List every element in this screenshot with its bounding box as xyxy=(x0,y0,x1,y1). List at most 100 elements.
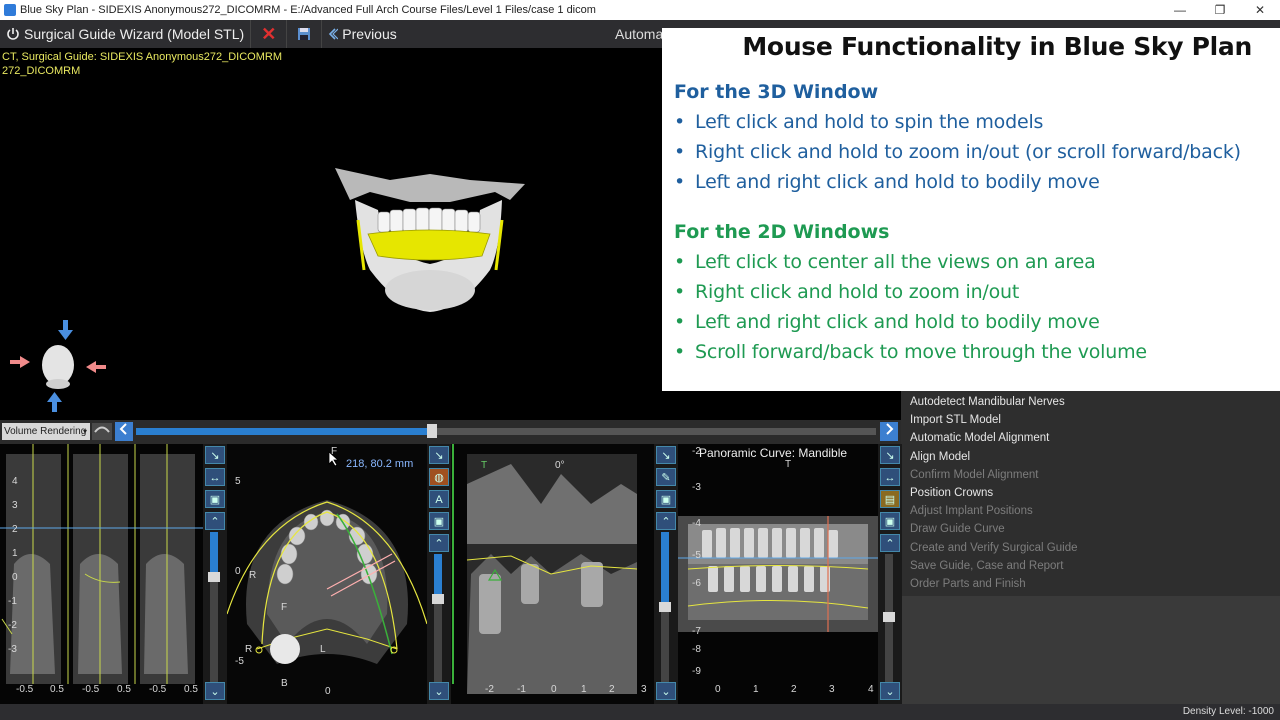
wizard-step-autodetect-nerves[interactable]: Autodetect Mandibular Nerves xyxy=(901,393,1280,411)
panoramic-view[interactable]: T -2 -3 -4 -5 -6 -7 -8 -9 0 1 2 3 4 xyxy=(678,444,878,704)
axial-label-l: L xyxy=(320,644,326,655)
cancel-wizard-button[interactable]: ✕ xyxy=(251,20,288,48)
render-mode-select[interactable]: Volume Rendering ▾ xyxy=(2,423,90,440)
chevron-down-icon[interactable]: ⌄ xyxy=(880,682,900,700)
overlay-title: Mouse Functionality in Blue Sky Plan xyxy=(742,32,1252,61)
render-mode-value: Volume Rendering xyxy=(4,426,87,437)
pano-y-tick: -9 xyxy=(692,666,701,677)
measure-tool-icon[interactable]: ↘ xyxy=(656,446,676,464)
cross-x-tick: -0.5 xyxy=(16,684,34,695)
arrow-up-icon xyxy=(47,392,62,412)
slice-slider-track[interactable] xyxy=(136,428,876,435)
previous-button[interactable]: Previous xyxy=(322,20,402,48)
pano-x-tick: 4 xyxy=(868,684,874,695)
chevron-up-icon[interactable]: ⌃ xyxy=(656,512,676,530)
distance-tool-icon[interactable]: ↔ xyxy=(880,468,900,486)
chevron-down-icon: ▾ xyxy=(82,427,87,436)
slider-prev-button[interactable] xyxy=(115,422,133,441)
section-2d-windows: For the 2D Windows Left click to center … xyxy=(674,221,1268,363)
panoramic-title: Panoramic Curve: Mandible xyxy=(699,446,848,460)
close-window-button[interactable]: ✕ xyxy=(1240,0,1280,20)
cross-section-view[interactable]: 4 3 2 1 0 -1 -2 -3 -0.5 0.5 -0.5 0.5 -0.… xyxy=(0,444,203,704)
axial-y-tick: 5 xyxy=(235,476,241,487)
pano-x-tick: 0 xyxy=(715,684,721,695)
chevron-down-icon[interactable]: ⌄ xyxy=(429,682,449,700)
wizard-step-align-model[interactable]: Align Model xyxy=(901,448,1280,466)
distance-tool-icon[interactable]: ↔ xyxy=(205,468,225,486)
slice-slider-thumb[interactable] xyxy=(427,424,437,438)
screenshot-icon[interactable]: ▣ xyxy=(656,490,676,508)
3d-model-view[interactable] xyxy=(330,160,530,315)
mid-x-tick: 3 xyxy=(641,684,647,695)
slice-slider-bar: Volume Rendering ▾ xyxy=(0,420,901,444)
axial-y-tick: 0 xyxy=(235,566,241,577)
axial-label-b: B xyxy=(281,678,288,689)
chevron-down-icon[interactable]: ⌄ xyxy=(205,682,225,700)
section-3d-item: Left click and hold to spin the models xyxy=(674,111,1268,133)
cross-detail-tools: ↘ ✎ ▣ ⌃ ⌄ xyxy=(654,444,678,704)
cross-x-tick: 0.5 xyxy=(50,684,64,695)
panoramic-teeth-icon[interactable]: ▤ xyxy=(880,490,900,508)
cross-section-detail-view[interactable]: T 0° -2 -1 0 1 2 3 xyxy=(451,444,654,704)
pano-x-tick: 1 xyxy=(753,684,759,695)
wizard-step-save-guide: Save Guide, Case and Report xyxy=(910,559,1064,572)
chevron-up-icon[interactable]: ⌃ xyxy=(880,534,900,552)
status-bar: Density Level: -1000 xyxy=(0,704,1280,720)
cross-label-angle: 0° xyxy=(555,460,565,471)
wizard-step-auto-alignment[interactable]: Automatic Model Alignment xyxy=(901,429,1280,447)
maximize-button[interactable]: ❐ xyxy=(1200,0,1240,20)
annotation-text-icon[interactable]: A xyxy=(429,490,449,508)
wizard-step-create-guide: Create and Verify Surgical Guide xyxy=(910,541,1078,554)
cross-section-scroll[interactable] xyxy=(208,532,220,682)
panoramic-scroll[interactable] xyxy=(883,554,895,682)
screenshot-icon[interactable]: ▣ xyxy=(429,512,449,530)
arrow-down-icon xyxy=(58,320,73,340)
minimize-button[interactable]: — xyxy=(1160,0,1200,20)
wizard-step-confirm-alignment: Confirm Model Alignment xyxy=(910,468,1039,481)
axial-label-zero: 0 xyxy=(325,686,331,697)
panoramic-tools: ↘ ↔ ▤ ▣ ⌃ ⌄ xyxy=(878,444,902,704)
cross-x-tick: -0.5 xyxy=(82,684,100,695)
chevron-up-icon[interactable]: ⌃ xyxy=(205,512,225,530)
screenshot-icon[interactable]: ▣ xyxy=(205,490,225,508)
pano-y-tick: -8 xyxy=(692,644,701,655)
axial-view[interactable]: 5 0 -5 F R F L R B 0 xyxy=(227,444,427,704)
wizard-step-draw-guide-curve: Draw Guide Curve xyxy=(910,523,1005,536)
measure-tool-icon[interactable]: ↘ xyxy=(205,446,225,464)
mid-x-tick: -1 xyxy=(517,684,526,695)
axial-label-f: F xyxy=(281,602,288,613)
chevron-right-icon xyxy=(886,423,894,435)
save-button[interactable] xyxy=(287,20,323,48)
cross-detail-scroll[interactable] xyxy=(659,532,671,682)
pano-label-t: T xyxy=(785,459,792,470)
chevron-down-icon[interactable]: ⌄ xyxy=(656,682,676,700)
cross-x-tick: 0.5 xyxy=(117,684,131,695)
pencil-icon[interactable]: ✎ xyxy=(656,468,676,486)
axial-label-r-bottom: R xyxy=(245,644,253,655)
density-level: Density Level: -1000 xyxy=(1182,706,1274,717)
measure-tool-icon[interactable]: ↘ xyxy=(880,446,900,464)
chevron-up-icon[interactable]: ⌃ xyxy=(429,534,449,552)
axial-scroll[interactable] xyxy=(432,554,444,682)
wizard-power-button[interactable]: Surgical Guide Wizard (Model STL) xyxy=(0,20,252,48)
cross-section-tools: ↘ ↔ ▣ ⌃ ⌄ xyxy=(203,444,227,704)
window-title: Blue Sky Plan - SIDEXIS Anonymous272_DIC… xyxy=(20,4,596,16)
dataset-info-line2: 272_DICOMRM xyxy=(2,65,81,77)
measure-tool-icon[interactable]: ↘ xyxy=(429,446,449,464)
implant-tool-icon[interactable]: ◍ xyxy=(429,468,449,486)
slider-next-button[interactable] xyxy=(880,422,898,441)
wizard-step-import-stl[interactable]: Import STL Model xyxy=(901,411,1280,429)
clip-toggle-button[interactable] xyxy=(92,423,112,440)
section-3d-item: Left and right click and hold to bodily … xyxy=(674,171,1268,193)
wizard-panel-empty xyxy=(901,596,1280,704)
wizard-step-position-crowns[interactable]: Position Crowns xyxy=(901,484,1280,502)
app-logo-icon xyxy=(4,4,16,16)
screenshot-icon[interactable]: ▣ xyxy=(880,512,900,530)
cross-tick: 1 xyxy=(12,548,18,559)
axial-y-tick: -5 xyxy=(235,656,244,667)
mid-x-tick: 1 xyxy=(581,684,587,695)
orientation-head-widget[interactable] xyxy=(8,320,108,412)
cross-tick: -2 xyxy=(8,620,17,631)
section-2d-item: Left click to center all the views on an… xyxy=(674,251,1268,273)
mid-x-tick: 2 xyxy=(609,684,615,695)
